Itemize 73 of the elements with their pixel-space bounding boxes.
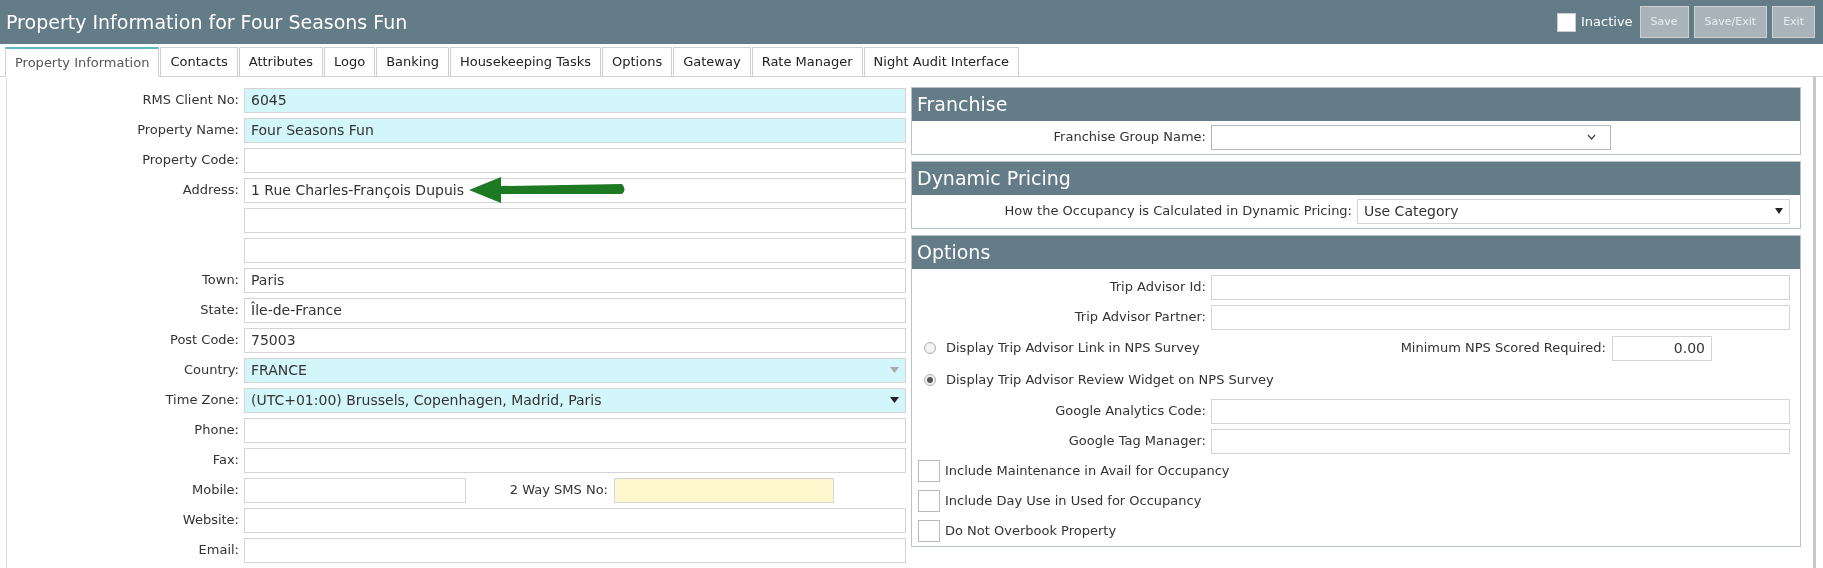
- field-label: Town:: [202, 272, 239, 288]
- field-label: Trip Advisor Partner:: [1074, 309, 1206, 325]
- text-field[interactable]: 1 Rue Charles-François Dupuis: [244, 177, 906, 203]
- radio-button[interactable]: [924, 374, 936, 386]
- field-label: Website:: [182, 512, 239, 528]
- field-label: Trip Advisor Id:: [1109, 279, 1206, 295]
- field-label: Email:: [198, 542, 239, 558]
- section-header: Dynamic Pricing: [912, 162, 1800, 195]
- field-label: Country:: [183, 362, 239, 378]
- text-field[interactable]: 6045: [244, 87, 906, 113]
- text-field[interactable]: [244, 147, 906, 173]
- chevron-down-icon: [1587, 134, 1596, 140]
- tab[interactable]: Options: [602, 47, 673, 77]
- text-field[interactable]: [1211, 398, 1790, 424]
- tab[interactable]: Contacts: [160, 47, 238, 77]
- text-field[interactable]: [244, 507, 906, 533]
- field-label: Phone:: [194, 422, 239, 438]
- text-field[interactable]: Paris: [244, 267, 906, 293]
- checkbox-label: Include Maintenance in Avail for Occupancy: [945, 462, 1230, 481]
- field-label: Google Analytics Code:: [1055, 403, 1206, 419]
- text-field[interactable]: [244, 417, 906, 443]
- section-header: Franchise: [912, 88, 1800, 121]
- text-field[interactable]: [1211, 428, 1790, 454]
- dropdown-caret-icon: [1775, 208, 1783, 214]
- section-header: Options: [912, 236, 1800, 269]
- tab[interactable]: Logo: [323, 47, 376, 77]
- text-field[interactable]: Île-de-France: [244, 297, 906, 323]
- dropdown-field[interactable]: [1211, 124, 1611, 150]
- field-label: State:: [200, 302, 239, 318]
- window-title: Property Information for Four Seasons Fun: [6, 9, 408, 35]
- tab[interactable]: Rate Manager: [751, 47, 863, 77]
- field-label: 2 Way SMS No:: [508, 481, 609, 500]
- text-field[interactable]: [244, 477, 466, 503]
- text-field[interactable]: [244, 237, 906, 263]
- text-field[interactable]: 75003: [244, 327, 906, 353]
- radio-button[interactable]: [924, 342, 936, 354]
- field-label: RMS Client No:: [142, 92, 239, 108]
- tab[interactable]: Banking: [376, 47, 449, 77]
- text-field[interactable]: [614, 477, 834, 503]
- field-label: Address:: [182, 182, 239, 198]
- tab[interactable]: Housekeeping Tasks: [449, 47, 602, 77]
- field-label: Franchise Group Name:: [1053, 129, 1206, 145]
- checkbox-label: Do Not Overbook Property: [945, 522, 1117, 541]
- text-field[interactable]: [1211, 274, 1790, 300]
- text-field[interactable]: [244, 447, 906, 473]
- tab[interactable]: Attributes: [238, 47, 323, 77]
- field-label: Time Zone:: [165, 392, 239, 408]
- number-field[interactable]: 0.00: [1612, 335, 1712, 361]
- checkbox-label: Inactive: [1581, 13, 1633, 32]
- tab[interactable]: Night Audit Interface: [863, 47, 1020, 77]
- field-label: Fax:: [212, 452, 239, 468]
- radio-label: Display Trip Advisor Review Widget on NPS Survey: [946, 371, 1275, 390]
- select-field[interactable]: (UTC+01:00) Brussels, Copenhagen, Madrid, Paris: [244, 387, 906, 413]
- tab[interactable]: Gateway: [673, 47, 751, 77]
- text-field[interactable]: Four Seasons Fun: [244, 117, 906, 143]
- field-label: Post Code:: [170, 332, 239, 348]
- text-field[interactable]: [244, 537, 906, 563]
- field-label: Property Code:: [142, 152, 239, 168]
- text-field[interactable]: [1211, 304, 1790, 330]
- tab[interactable]: Property Information: [5, 47, 160, 77]
- checkbox[interactable]: [918, 460, 940, 482]
- radio-label: Display Trip Advisor Link in NPS Survey: [946, 339, 1201, 358]
- checkbox-label: Include Day Use in Used for Occupancy: [945, 492, 1202, 511]
- field-label: How the Occupancy is Calculated in Dynamic Pricing:: [1004, 203, 1352, 219]
- scrollbar[interactable]: [1813, 77, 1816, 568]
- field-label: Property Name:: [137, 122, 239, 138]
- select-field[interactable]: Use Category: [1357, 198, 1790, 224]
- field-label: Minimum NPS Scored Required:: [1399, 339, 1607, 358]
- field-label: Google Tag Manager:: [1068, 433, 1206, 449]
- checkbox[interactable]: [918, 490, 940, 512]
- field-label: Mobile:: [191, 482, 239, 498]
- checkbox[interactable]: [918, 520, 940, 542]
- text-field[interactable]: [244, 207, 906, 233]
